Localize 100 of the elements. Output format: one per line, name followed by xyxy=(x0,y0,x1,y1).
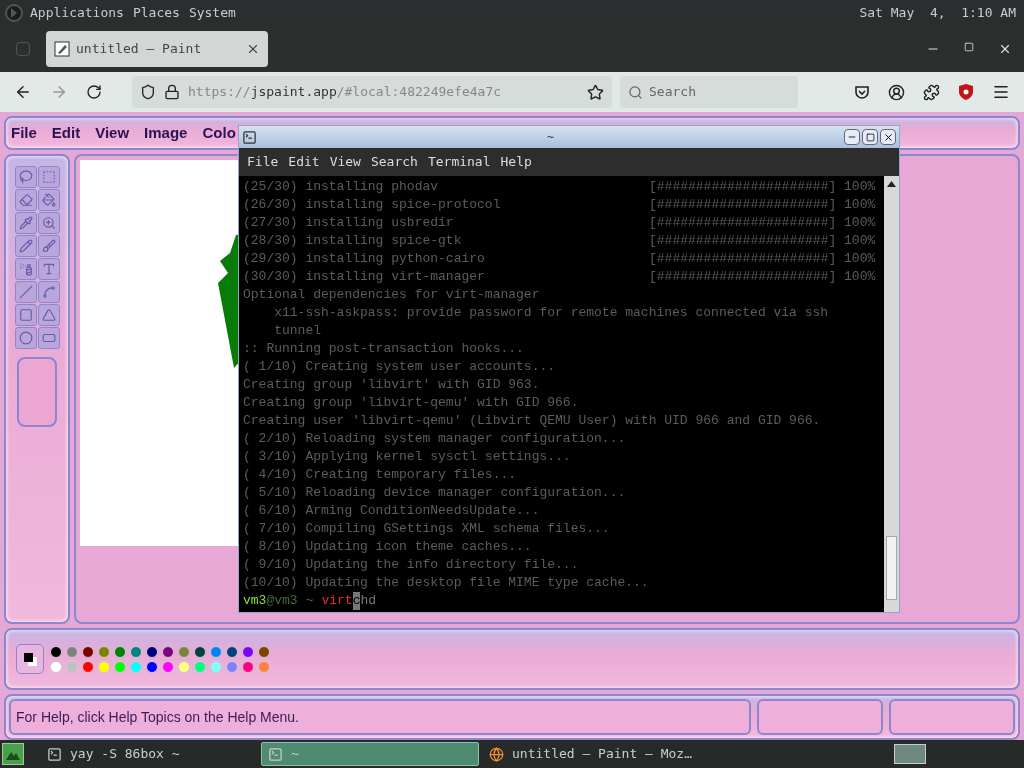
cursor: c xyxy=(352,592,361,610)
maximize-icon xyxy=(865,132,875,142)
search-field[interactable]: Search xyxy=(620,76,798,108)
terminal-menu[interactable]: Terminal xyxy=(427,152,491,172)
account-icon[interactable] xyxy=(888,83,905,101)
color-swatch[interactable] xyxy=(82,645,94,658)
extensions-icon[interactable] xyxy=(923,83,940,101)
color-swatch[interactable] xyxy=(258,660,270,673)
browser-tab[interactable]: untitled — Paint xyxy=(46,31,268,67)
tool-button[interactable] xyxy=(37,235,60,257)
color-swatch[interactable] xyxy=(162,660,174,673)
tool-button[interactable] xyxy=(14,281,37,303)
line-icon xyxy=(18,285,33,299)
color-swatch[interactable] xyxy=(66,645,78,658)
maximize-button[interactable] xyxy=(862,129,878,145)
color-swatch[interactable] xyxy=(178,645,190,658)
bookmark-star-icon[interactable] xyxy=(587,83,604,101)
taskbar-task[interactable]: untitled — Paint — Moz… xyxy=(482,742,700,766)
shield-logo-icon[interactable] xyxy=(958,83,974,101)
color-swatch[interactable] xyxy=(146,645,158,658)
panel-menu[interactable]: Applications xyxy=(30,3,124,23)
logo-icon[interactable] xyxy=(4,3,24,23)
reload-icon[interactable] xyxy=(86,84,102,100)
color-swatch[interactable] xyxy=(114,660,126,673)
tool-button[interactable] xyxy=(37,189,60,211)
tool-button[interactable] xyxy=(37,166,60,188)
tab-list-icon[interactable] xyxy=(16,42,30,56)
tool-button[interactable] xyxy=(14,166,37,188)
color-swatch[interactable] xyxy=(258,645,270,658)
tool-button[interactable] xyxy=(37,304,60,326)
color-selector[interactable] xyxy=(16,644,44,674)
color-swatch[interactable] xyxy=(226,645,238,658)
tool-button[interactable] xyxy=(37,281,60,303)
terminal-line: (29/30) installing python-cairo xyxy=(243,250,486,268)
color-swatch[interactable] xyxy=(162,645,174,658)
tool-button[interactable] xyxy=(14,304,37,326)
tool-button[interactable] xyxy=(37,327,60,349)
color-swatch[interactable] xyxy=(66,660,78,673)
terminal-line: (25/30) installing phodav xyxy=(243,178,440,196)
color-swatch[interactable] xyxy=(98,660,110,673)
start-button[interactable] xyxy=(2,743,24,765)
color-swatch[interactable] xyxy=(50,660,62,673)
terminal-line: ( 1/10) Creating system user accounts... xyxy=(243,358,557,376)
workspace-switcher[interactable] xyxy=(894,744,926,764)
menu-item[interactable]: File xyxy=(11,121,37,145)
menu-icon[interactable] xyxy=(992,83,1010,101)
terminal-menu[interactable]: File xyxy=(247,152,279,172)
color-swatch[interactable] xyxy=(194,645,206,658)
close-icon xyxy=(882,131,894,143)
tool-button[interactable] xyxy=(14,327,37,349)
close-icon[interactable] xyxy=(998,42,1012,56)
tool-button[interactable] xyxy=(14,212,37,234)
terminal-menu[interactable]: Help xyxy=(500,152,532,172)
progress-text: [######################] 100% xyxy=(649,214,876,232)
taskbar-task[interactable]: yay -S 86box ~ xyxy=(40,742,258,766)
minimize-button[interactable] xyxy=(844,129,860,145)
panel-menu[interactable]: System xyxy=(188,3,236,23)
color-swatch[interactable] xyxy=(130,645,142,658)
terminal-line: Optional dependencies for virt-manager xyxy=(243,286,541,304)
panel-menu[interactable]: Places xyxy=(132,3,180,23)
tool-button[interactable] xyxy=(37,212,60,234)
color-swatch[interactable] xyxy=(226,660,238,673)
terminal-menu[interactable]: Search xyxy=(370,152,418,172)
terminal-line: ( 7/10) Compiling GSettings XML schema files... xyxy=(243,520,611,538)
color-swatch[interactable] xyxy=(242,645,254,658)
forward-icon[interactable] xyxy=(50,83,68,101)
color-swatch[interactable] xyxy=(146,660,158,673)
terminal-line: :: Running post-transaction hooks... xyxy=(243,340,525,358)
tool-button[interactable] xyxy=(14,235,37,257)
menu-item[interactable]: Edit xyxy=(51,121,81,145)
color-swatch[interactable] xyxy=(50,645,62,658)
color-swatch[interactable] xyxy=(194,660,206,673)
tool-button[interactable] xyxy=(37,258,60,280)
color-swatch[interactable] xyxy=(98,645,110,658)
close-button[interactable] xyxy=(880,129,896,145)
terminal-menu[interactable]: Edit xyxy=(288,152,320,172)
menu-item[interactable]: Image xyxy=(144,121,188,145)
color-swatch[interactable] xyxy=(130,660,142,673)
scrollbar-thumb[interactable] xyxy=(886,536,897,600)
address-bar[interactable]: https://jspaint.app/#local:482249efe4a7c xyxy=(132,76,612,108)
maximize-icon[interactable] xyxy=(964,42,974,52)
tool-button[interactable] xyxy=(14,258,37,280)
menu-item[interactable]: View xyxy=(95,121,130,145)
lock-icon xyxy=(164,84,180,100)
color-swatch[interactable] xyxy=(242,660,254,673)
color-swatch[interactable] xyxy=(114,645,126,658)
tool-button[interactable] xyxy=(14,189,37,211)
color-swatch[interactable] xyxy=(82,660,94,673)
terminal-menu[interactable]: View xyxy=(329,152,361,172)
pencil-icon xyxy=(18,239,33,253)
color-swatch[interactable] xyxy=(210,645,222,658)
scroll-up-icon[interactable] xyxy=(887,180,896,188)
color-swatch[interactable] xyxy=(178,660,190,673)
close-tab-icon[interactable] xyxy=(246,42,260,56)
chevron-badge-icon[interactable] xyxy=(854,84,870,100)
terminal-line: ( 2/10) Reloading system manager configuration... xyxy=(243,430,627,448)
menu-item[interactable]: Colo xyxy=(202,121,236,145)
back-icon[interactable] xyxy=(14,83,32,101)
color-swatch[interactable] xyxy=(210,660,222,673)
scrollbar[interactable] xyxy=(884,176,899,612)
